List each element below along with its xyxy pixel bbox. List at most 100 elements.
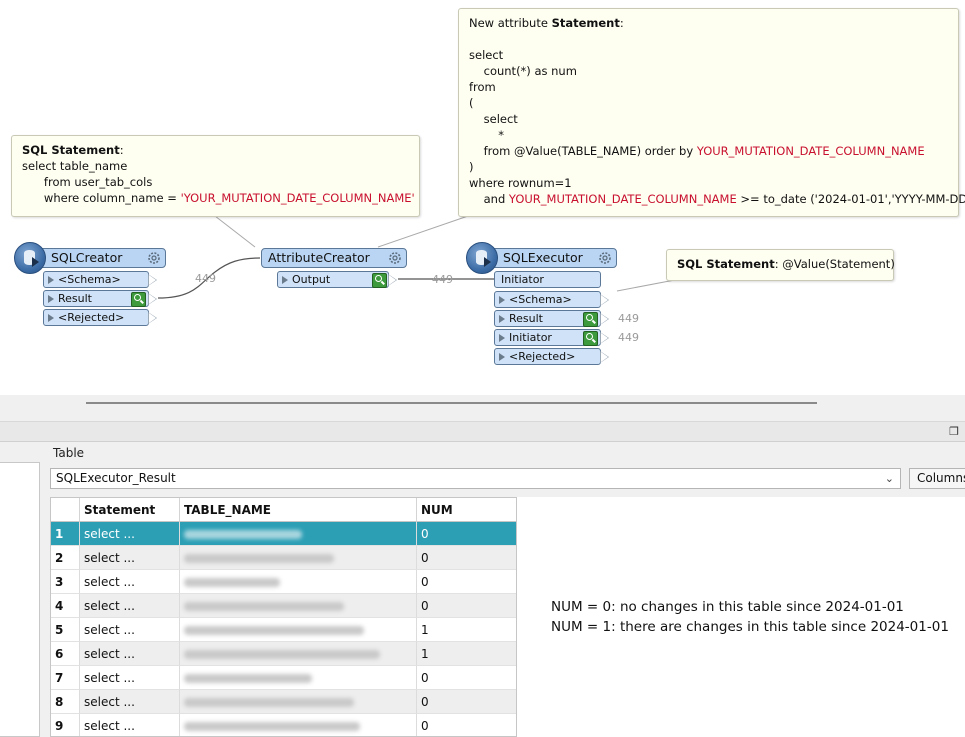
cell-table-name[interactable] — [180, 522, 417, 546]
cell-num[interactable]: 1 — [417, 618, 516, 642]
attributecreator-transformer[interactable]: AttributeCreator — [261, 248, 407, 268]
cell-statement[interactable]: select ... — [80, 666, 180, 690]
cell-num[interactable]: 0 — [417, 522, 516, 546]
note-line: select table_name — [22, 159, 128, 173]
redacted-value — [184, 626, 364, 635]
cell-num[interactable]: 0 — [417, 570, 516, 594]
redacted-value — [184, 698, 354, 707]
row-number[interactable]: 8 — [51, 690, 80, 714]
port-output[interactable]: Output — [277, 271, 397, 288]
database-sphere-icon — [466, 242, 498, 274]
row-number[interactable]: 7 — [51, 666, 80, 690]
note-line: select — [469, 48, 504, 62]
note-heading: SQL Statement — [677, 257, 775, 271]
feature-count: 449 — [618, 331, 639, 344]
port-schema[interactable]: <Schema> — [494, 291, 609, 308]
note-line: ) — [469, 160, 474, 174]
legend-line: NUM = 0: no changes in this table since … — [551, 599, 904, 615]
redacted-value — [184, 530, 302, 539]
transformer-name: SQLCreator — [51, 250, 123, 265]
sqlcreator-transformer[interactable]: SQLCreator — [28, 248, 166, 268]
pane-splitter[interactable] — [0, 395, 965, 421]
cell-num[interactable]: 1 — [417, 642, 516, 666]
sql-creator-note[interactable]: SQL Statement: select table_name from us… — [11, 135, 420, 217]
row-number[interactable]: 1 — [51, 522, 80, 546]
row-number[interactable]: 2 — [51, 546, 80, 570]
cell-num[interactable]: 0 — [417, 546, 516, 570]
note-line: select — [469, 112, 518, 126]
cell-statement[interactable]: select ... — [80, 690, 180, 714]
cell-table-name[interactable] — [180, 642, 417, 666]
cell-table-name[interactable] — [180, 666, 417, 690]
cell-num[interactable]: 0 — [417, 594, 516, 618]
attribute-creator-note[interactable]: New attribute Statement: select count(*)… — [458, 8, 965, 217]
redacted-value — [184, 578, 280, 587]
cell-statement[interactable]: select ... — [80, 714, 180, 736]
note-heading: Statement — [551, 16, 620, 30]
table-selector[interactable]: SQLExecutor_Result ⌄ — [50, 468, 901, 489]
row-number[interactable]: 4 — [51, 594, 80, 618]
sql-executor-note[interactable]: SQL Statement: @Value(Statement) — [666, 249, 895, 281]
note-highlight: YOUR_MUTATION_DATE_COLUMN_NAME — [508, 192, 737, 206]
data-grid[interactable]: Statement TABLE_NAME NUM 1 select ... 0 2 se… — [50, 497, 517, 737]
port-initiator-input[interactable]: Initiator — [494, 271, 601, 288]
workspace-canvas[interactable]: SQL Statement: select table_name from us… — [0, 0, 965, 395]
column-header-table-name[interactable]: TABLE_NAME — [180, 498, 417, 522]
columns-button[interactable]: Columns — [909, 468, 965, 489]
note-line: from user_tab_cols — [22, 175, 153, 189]
note-line: * — [469, 128, 504, 142]
cell-table-name[interactable] — [180, 546, 417, 570]
inspect-icon[interactable] — [583, 331, 598, 346]
port-rejected[interactable]: <Rejected> — [494, 348, 609, 365]
inspect-icon[interactable] — [131, 292, 146, 307]
port-result[interactable]: Result — [43, 290, 157, 307]
num-legend: NUM = 0: no changes in this table since … — [551, 597, 949, 637]
selected-table: SQLExecutor_Result — [56, 471, 176, 485]
gear-icon[interactable] — [388, 251, 402, 265]
cell-statement[interactable]: select ... — [80, 594, 180, 618]
cell-statement[interactable]: select ... — [80, 546, 180, 570]
cell-table-name[interactable] — [180, 618, 417, 642]
feature-count: 449 — [195, 272, 216, 285]
redacted-value — [184, 554, 334, 563]
left-pane — [0, 442, 42, 737]
row-number[interactable]: 5 — [51, 618, 80, 642]
restore-window-icon[interactable]: ❐ — [949, 425, 959, 438]
note-highlight: YOUR_MUTATION_DATE_COLUMN_NAME — [696, 144, 925, 158]
transformer-name: SQLExecutor — [503, 250, 583, 265]
port-rejected[interactable]: <Rejected> — [43, 309, 157, 326]
cell-statement[interactable]: select ... — [80, 618, 180, 642]
port-result[interactable]: Result — [494, 310, 609, 327]
row-number[interactable]: 6 — [51, 642, 80, 666]
cell-num[interactable]: 0 — [417, 714, 516, 736]
note-line: where rownum=1 — [469, 176, 572, 190]
cell-table-name[interactable] — [180, 594, 417, 618]
cell-num[interactable]: 0 — [417, 666, 516, 690]
cell-statement[interactable]: select ... — [80, 642, 180, 666]
table-view: Table SQLExecutor_Result ⌄ Columns State… — [42, 442, 965, 737]
gear-icon[interactable] — [147, 251, 161, 265]
inspect-icon[interactable] — [583, 312, 598, 327]
cell-statement[interactable]: select ... — [80, 570, 180, 594]
feature-count: 449 — [432, 273, 453, 286]
cell-statement[interactable]: select ... — [80, 522, 180, 546]
port-initiator[interactable]: Initiator — [494, 329, 609, 346]
column-header-num[interactable]: NUM — [417, 498, 516, 522]
header-corner — [51, 498, 80, 522]
feature-count: 449 — [618, 312, 639, 325]
redacted-value — [184, 722, 360, 731]
port-schema[interactable]: <Schema> — [43, 271, 157, 288]
inspect-icon[interactable] — [372, 273, 387, 288]
cell-table-name[interactable] — [180, 714, 417, 736]
redacted-value — [184, 674, 312, 683]
note-heading: SQL Statement — [22, 143, 120, 157]
cell-table-name[interactable] — [180, 570, 417, 594]
gear-icon[interactable] — [598, 251, 612, 265]
cell-num[interactable]: 0 — [417, 690, 516, 714]
column-header-statement[interactable]: Statement — [80, 498, 180, 522]
row-number[interactable]: 3 — [51, 570, 80, 594]
cell-table-name[interactable] — [180, 690, 417, 714]
row-number[interactable]: 9 — [51, 714, 80, 736]
note-line: where column_name = — [22, 191, 181, 205]
sqlexecutor-transformer[interactable]: SQLExecutor — [480, 248, 617, 268]
